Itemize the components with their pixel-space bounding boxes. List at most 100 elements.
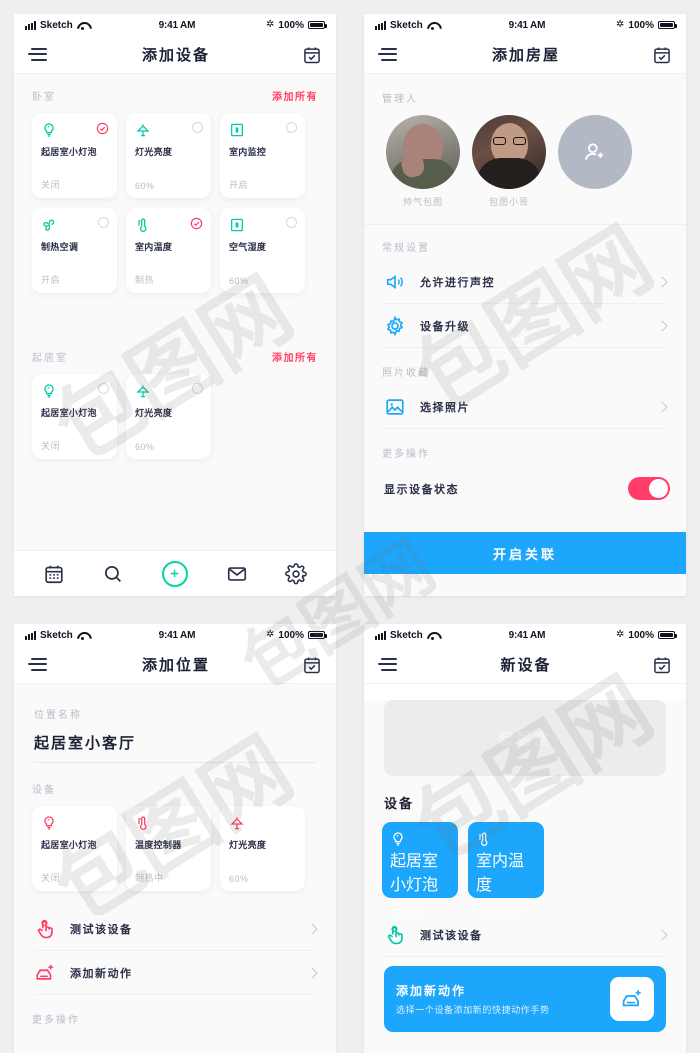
device-name: 灯光亮度 (135, 408, 173, 418)
wifi-icon (427, 631, 438, 640)
humidity-icon (231, 218, 243, 232)
select-radio[interactable] (192, 122, 203, 133)
select-radio[interactable] (286, 217, 297, 228)
calendar-check-icon[interactable] (302, 655, 322, 675)
device-state: 开启 (229, 180, 249, 190)
device-card[interactable]: 灯光亮度 60% (126, 374, 211, 459)
device-card[interactable]: 制热空调 开启 (32, 208, 117, 293)
device-card[interactable]: 室内监控 开启 (220, 113, 305, 198)
device-card[interactable]: 灯光亮度 60% (126, 113, 211, 198)
device-card[interactable]: 起居室小灯泡 关闭 (32, 806, 117, 891)
calendar-icon[interactable] (43, 563, 65, 585)
settings-row-upgrade[interactable]: 设备升级 (364, 304, 686, 348)
image-icon (386, 399, 404, 415)
gear-icon (386, 315, 404, 337)
add-action-chip[interactable] (610, 977, 654, 1021)
add-action-card[interactable]: 添加新动作 选择一个设备添加新的快捷动作手势 (384, 966, 666, 1032)
manager-name: 包图小哥 (488, 197, 529, 207)
action-rows-4: 测试该设备 (364, 913, 686, 957)
chevron-right-icon (306, 967, 318, 979)
add-action-row[interactable]: 添加新动作 (14, 951, 336, 995)
device-name: 起居室小灯泡 (390, 853, 439, 894)
settings-row-label: 添加新动作 (70, 968, 133, 980)
bluetooth-icon: ✲ (266, 19, 275, 30)
device-state: 60% (229, 874, 249, 884)
device-card[interactable]: 温度控制器 制热中 (126, 806, 211, 891)
device-card[interactable]: 起居室小灯泡 关闭 (32, 374, 117, 459)
calendar-check-icon[interactable] (652, 655, 672, 675)
touch-icon (37, 919, 53, 939)
status-bar: Sketch 9:41 AM ✲ 100% (14, 14, 336, 36)
calendar-check-icon[interactable] (302, 45, 322, 65)
page-title: 添加房屋 (491, 47, 560, 64)
device-state: 制热 (135, 275, 155, 285)
device-card[interactable]: 起居室小灯泡 关闭 (382, 822, 458, 918)
menu-icon[interactable] (28, 657, 50, 673)
add-manager-item[interactable] (558, 115, 632, 208)
settings-row-voice[interactable]: 允许进行声控 (364, 260, 686, 304)
manager-item[interactable]: 包图小哥 (472, 115, 546, 208)
fan-icon (43, 219, 55, 231)
device-state: 关闭 (41, 180, 61, 190)
nav-bar-4: 新设备 (364, 646, 686, 684)
bulb-icon (44, 384, 54, 398)
carrier-label: Sketch (40, 19, 73, 31)
location-name-field[interactable]: 位置名称 起居室小客厅 (14, 690, 336, 763)
carrier-label: Sketch (390, 19, 423, 31)
device-card[interactable]: 室内温度 制热中 (468, 822, 544, 918)
menu-icon[interactable] (378, 47, 400, 63)
selected-check-icon[interactable] (96, 122, 109, 135)
mail-icon[interactable] (226, 563, 248, 585)
manager-item[interactable]: 帅气包图 (386, 115, 460, 208)
avatar[interactable] (472, 115, 546, 189)
chevron-right-icon (656, 929, 668, 941)
chevron-right-icon (656, 320, 668, 332)
avatar[interactable] (386, 115, 460, 189)
device-name: 灯光亮度 (229, 840, 267, 850)
screen-body-1: 卧室 添加所有 起居室小灯泡 关闭 灯光亮度 60% 室内监控 开启 制热空调 … (14, 74, 336, 572)
device-state: 制热中 (135, 873, 164, 883)
show-status-toggle[interactable] (628, 477, 670, 500)
select-radio[interactable] (98, 383, 109, 394)
test-device-row[interactable]: 测试该设备 (364, 913, 686, 957)
settings-row-label: 允许进行声控 (420, 277, 495, 289)
settings-row-show-status[interactable]: 显示设备状态 (364, 466, 686, 511)
gear-icon[interactable] (285, 562, 308, 585)
device-card-row: 起居室小灯泡 关闭 灯光亮度 60% (14, 364, 336, 459)
test-device-row[interactable]: 测试该设备 (14, 907, 336, 951)
selected-check-icon[interactable] (190, 217, 203, 230)
manager-name: 帅气包图 (402, 197, 443, 207)
settings-row-label: 测试该设备 (70, 924, 133, 936)
device-card[interactable]: 起居室小灯泡 关闭 (32, 113, 117, 198)
device-image-placeholder[interactable]: 起居室 (384, 700, 666, 776)
add-button[interactable] (161, 560, 188, 587)
add-all-button[interactable]: 添加所有 (272, 349, 318, 364)
device-name: 灯光亮度 (135, 147, 173, 157)
signal-icon (375, 20, 386, 30)
group-more: 更多操作 显示设备状态 (364, 429, 686, 511)
plus-icon (171, 569, 179, 578)
device-state: 60% (135, 181, 155, 191)
select-radio[interactable] (98, 217, 109, 228)
thermometer-icon (138, 816, 147, 830)
search-icon[interactable] (102, 563, 124, 585)
calendar-check-icon[interactable] (652, 45, 672, 65)
select-radio[interactable] (192, 383, 203, 394)
device-card[interactable]: 室内温度 制热 (126, 208, 211, 293)
settings-row-photo[interactable]: 选择照片 (364, 385, 686, 429)
add-user-button[interactable] (558, 115, 632, 189)
add-action-subtitle: 选择一个设备添加新的快捷动作手势 (396, 1004, 550, 1015)
tab-bar[interactable] (14, 550, 336, 596)
menu-icon[interactable] (378, 657, 400, 673)
screen-body-2: 管理人 帅气包图 包图小哥 常规设置 允许进行声控 设备升级 照片收藏 选择照片… (364, 74, 686, 596)
add-all-button[interactable]: 添加所有 (272, 88, 318, 103)
location-name-input[interactable]: 起居室小客厅 (34, 732, 316, 763)
device-card[interactable]: 灯光亮度 60% (220, 806, 305, 891)
menu-icon[interactable] (28, 47, 50, 63)
settings-row-label: 显示设备状态 (384, 483, 459, 496)
enable-link-button[interactable]: 开启关联 (364, 532, 686, 574)
device-card[interactable]: 空气湿度 60% (220, 208, 305, 293)
select-radio[interactable] (286, 122, 297, 133)
action-rows-3: 测试该设备 添加新动作 (14, 907, 336, 995)
lamp-icon (136, 385, 150, 398)
